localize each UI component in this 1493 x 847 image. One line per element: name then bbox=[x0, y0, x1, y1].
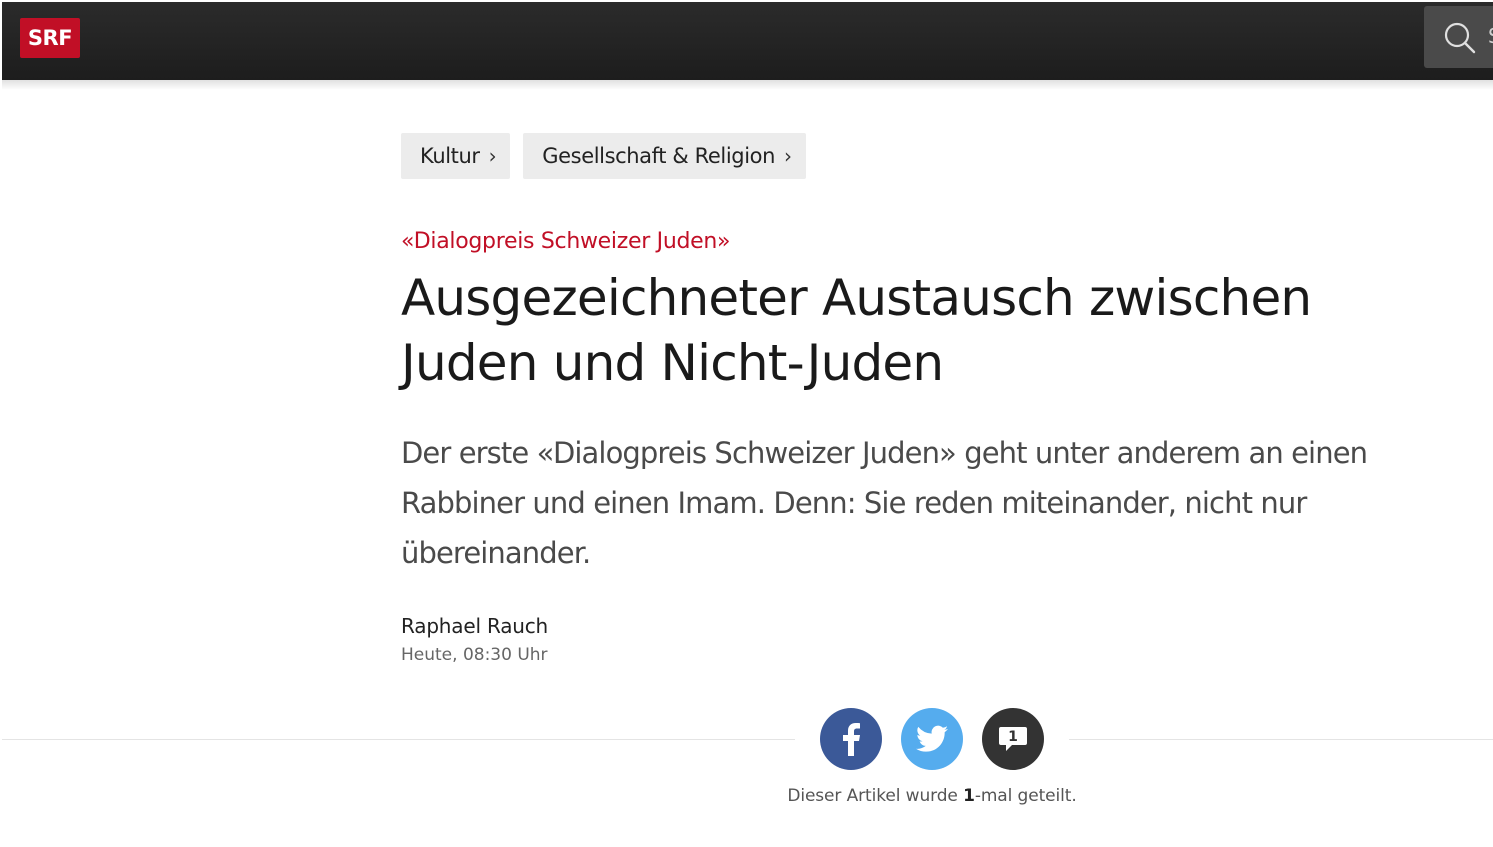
chevron-right-icon: › bbox=[488, 144, 497, 168]
breadcrumb-item-gesellschaft-religion[interactable]: Gesellschaft & Religion › bbox=[523, 133, 806, 179]
breadcrumb-label: Kultur bbox=[420, 144, 480, 168]
share-count-prefix: Dieser Artikel wurde bbox=[787, 786, 964, 806]
share-count-text: Dieser Artikel wurde 1-mal geteilt. bbox=[776, 786, 1088, 806]
comment-count: 1 bbox=[1008, 729, 1018, 745]
srf-logo[interactable]: SRF bbox=[20, 18, 80, 58]
facebook-share-button[interactable] bbox=[820, 708, 882, 770]
breadcrumb-item-kultur[interactable]: Kultur › bbox=[401, 133, 511, 179]
header-shadow bbox=[2, 80, 1493, 90]
share-divider-left bbox=[2, 739, 795, 740]
breadcrumb-label: Gesellschaft & Religion bbox=[542, 144, 775, 168]
share-divider-right bbox=[1069, 739, 1493, 740]
share-buttons: 1 bbox=[820, 708, 1044, 770]
chevron-right-icon: › bbox=[784, 144, 792, 168]
article-title: Ausgezeichneter Austausch zwischen Juden… bbox=[401, 269, 1312, 392]
breadcrumb: Kultur › Gesellschaft & Religion › bbox=[401, 133, 806, 179]
publish-timestamp: Heute, 08:30 Uhr bbox=[401, 645, 548, 665]
top-navigation-bar bbox=[2, 2, 1493, 80]
share-count-suffix: -mal geteilt. bbox=[974, 786, 1077, 806]
search-icon bbox=[1444, 22, 1476, 54]
twitter-icon bbox=[916, 725, 948, 752]
share-count-value: 1 bbox=[963, 786, 975, 806]
comments-button[interactable]: 1 bbox=[982, 708, 1044, 770]
article-kicker: «Dialogpreis Schweizer Juden» bbox=[401, 229, 731, 254]
search-label: S bbox=[1488, 24, 1493, 48]
article-lead: Der erste «Dialogpreis Schweizer Juden» … bbox=[401, 436, 1368, 570]
search-button[interactable]: S bbox=[1424, 6, 1493, 68]
facebook-icon bbox=[843, 723, 860, 756]
author-name[interactable]: Raphael Rauch bbox=[401, 614, 548, 638]
comment-icon: 1 bbox=[999, 727, 1027, 751]
twitter-share-button[interactable] bbox=[901, 708, 963, 770]
